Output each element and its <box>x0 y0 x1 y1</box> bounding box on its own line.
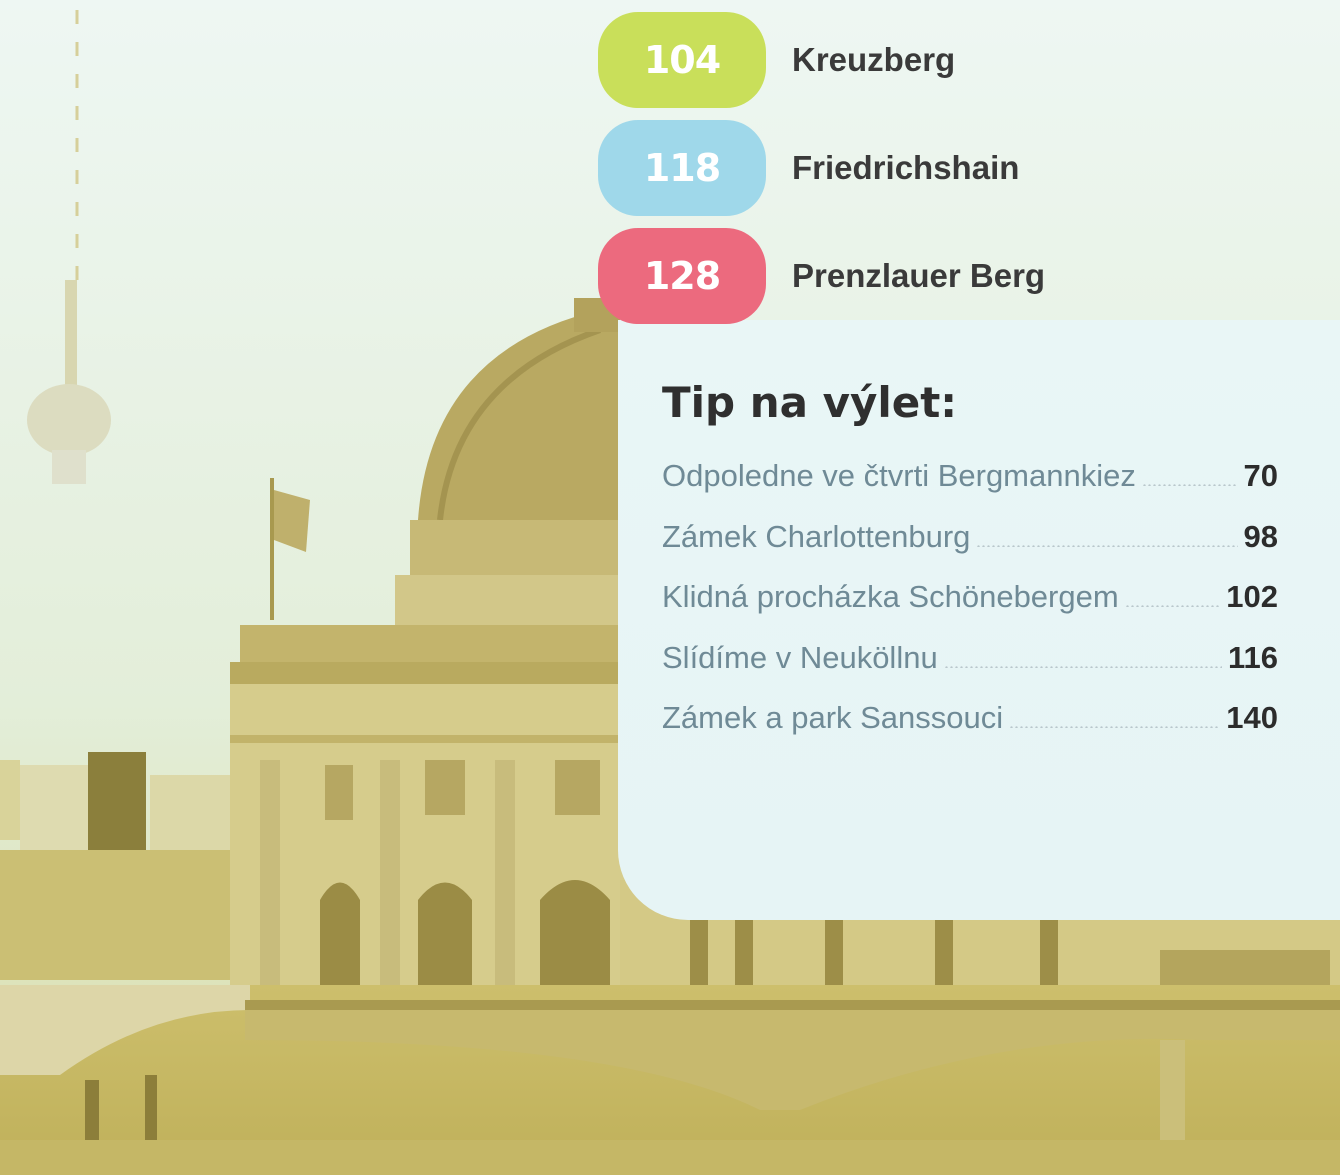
dot-leader <box>1141 484 1238 487</box>
tip-item[interactable]: Zámek a park Sanssouci 140 <box>662 688 1278 749</box>
tip-item[interactable]: Zámek Charlottenburg 98 <box>662 507 1278 568</box>
tip-page-number: 140 <box>1226 700 1278 736</box>
district-entry-kreuzberg[interactable]: 104 Kreuzberg <box>598 12 1318 108</box>
dot-leader <box>1009 726 1221 729</box>
page-badge: 104 <box>598 12 766 108</box>
dot-leader <box>976 544 1238 547</box>
page-badge: 118 <box>598 120 766 216</box>
tip-title: Zámek Charlottenburg <box>662 518 971 554</box>
tip-item[interactable]: Slídíme v Neuköllnu 116 <box>662 628 1278 689</box>
dot-leader <box>1124 605 1221 608</box>
district-entry-prenzlauer-berg[interactable]: 128 Prenzlauer Berg <box>598 228 1318 324</box>
river-and-bridges <box>0 985 1340 1175</box>
district-name: Kreuzberg <box>792 41 956 78</box>
tip-item[interactable]: Klidná procházka Schönebergem 102 <box>662 567 1278 628</box>
dot-leader <box>943 665 1222 668</box>
district-entry-friedrichshain[interactable]: 118 Friedrichshain <box>598 120 1318 216</box>
tip-title: Zámek a park Sanssouci <box>662 700 1004 736</box>
tip-item[interactable]: Odpoledne ve čtvrti Bergmannkiez 70 <box>662 446 1278 507</box>
tip-page-number: 116 <box>1227 639 1278 675</box>
tips-heading: Tip na výlet: <box>662 378 958 427</box>
tip-page-number: 102 <box>1226 579 1278 615</box>
page-badge: 128 <box>598 228 766 324</box>
tip-page-number: 70 <box>1243 458 1278 494</box>
tips-list: Odpoledne ve čtvrti Bergmannkiez 70 Záme… <box>662 446 1278 749</box>
tip-title: Slídíme v Neuköllnu <box>662 639 938 675</box>
left-buildings <box>0 752 240 980</box>
tip-title: Odpoledne ve čtvrti Bergmannkiez <box>662 458 1136 494</box>
district-name: Friedrichshain <box>792 149 1020 186</box>
tip-title: Klidná procházka Schönebergem <box>662 579 1119 615</box>
museum-building <box>230 625 640 1002</box>
tip-page-number: 98 <box>1243 518 1278 554</box>
district-name: Prenzlauer Berg <box>792 257 1046 294</box>
